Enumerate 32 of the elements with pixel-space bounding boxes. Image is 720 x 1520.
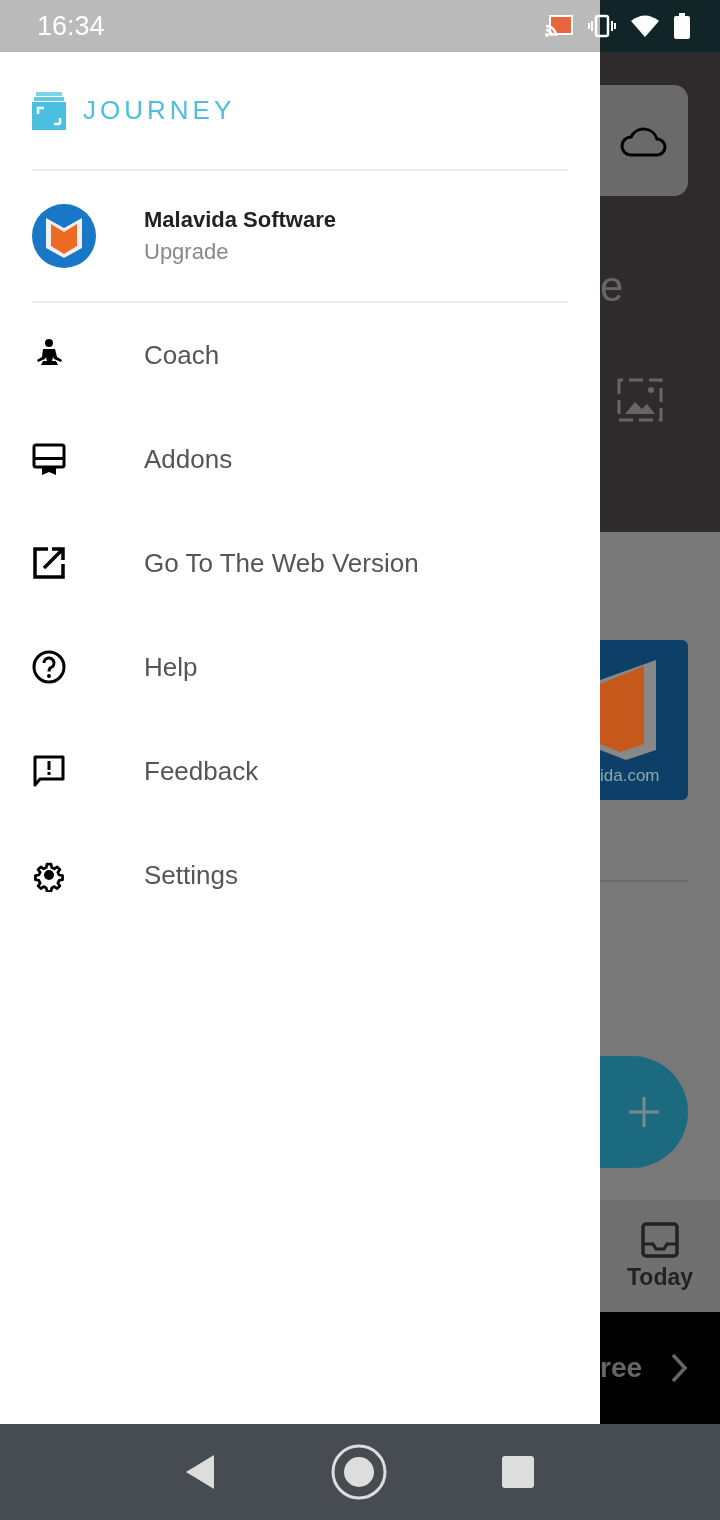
status-time: 16:34: [37, 10, 105, 42]
help-icon: [32, 650, 66, 684]
external-link-icon: [32, 546, 66, 580]
journey-logo-icon: [32, 91, 66, 130]
menu-item[interactable]: Coach: [32, 303, 568, 407]
avatar-logo-icon: [32, 204, 96, 268]
battery-icon: [674, 13, 690, 39]
home-icon[interactable]: [331, 1444, 387, 1500]
book-logo-icon: [600, 660, 656, 760]
feedback-icon: [32, 754, 66, 788]
heading-fragment: e: [600, 266, 624, 308]
wifi-icon: [630, 14, 660, 38]
back-icon[interactable]: [186, 1455, 216, 1489]
menu-item[interactable]: Go To The Web Version: [32, 511, 568, 615]
image-icon[interactable]: [617, 378, 663, 422]
sync-button[interactable]: [600, 85, 688, 196]
plus-icon: [629, 1097, 659, 1127]
card-ribbon-icon: [32, 442, 66, 476]
menu-item[interactable]: Addons: [32, 407, 568, 511]
upgrade-link[interactable]: Upgrade: [144, 239, 336, 265]
menu-item[interactable]: Settings: [32, 823, 568, 927]
cast-icon: [544, 14, 574, 38]
vibrate-icon: [588, 14, 616, 38]
image-caption-fragment: ida.com: [600, 766, 660, 786]
banner-fragment: ree: [600, 1352, 643, 1384]
account-name: Malavida Software: [144, 207, 336, 233]
chevron-right-icon: [670, 1353, 688, 1383]
menu-item[interactable]: Feedback: [32, 719, 568, 823]
app-name: JOURNEY: [83, 95, 236, 126]
menu-item[interactable]: Help: [32, 615, 568, 719]
inbox-icon: [641, 1221, 679, 1258]
promo-banner[interactable]: ree: [600, 1312, 720, 1424]
